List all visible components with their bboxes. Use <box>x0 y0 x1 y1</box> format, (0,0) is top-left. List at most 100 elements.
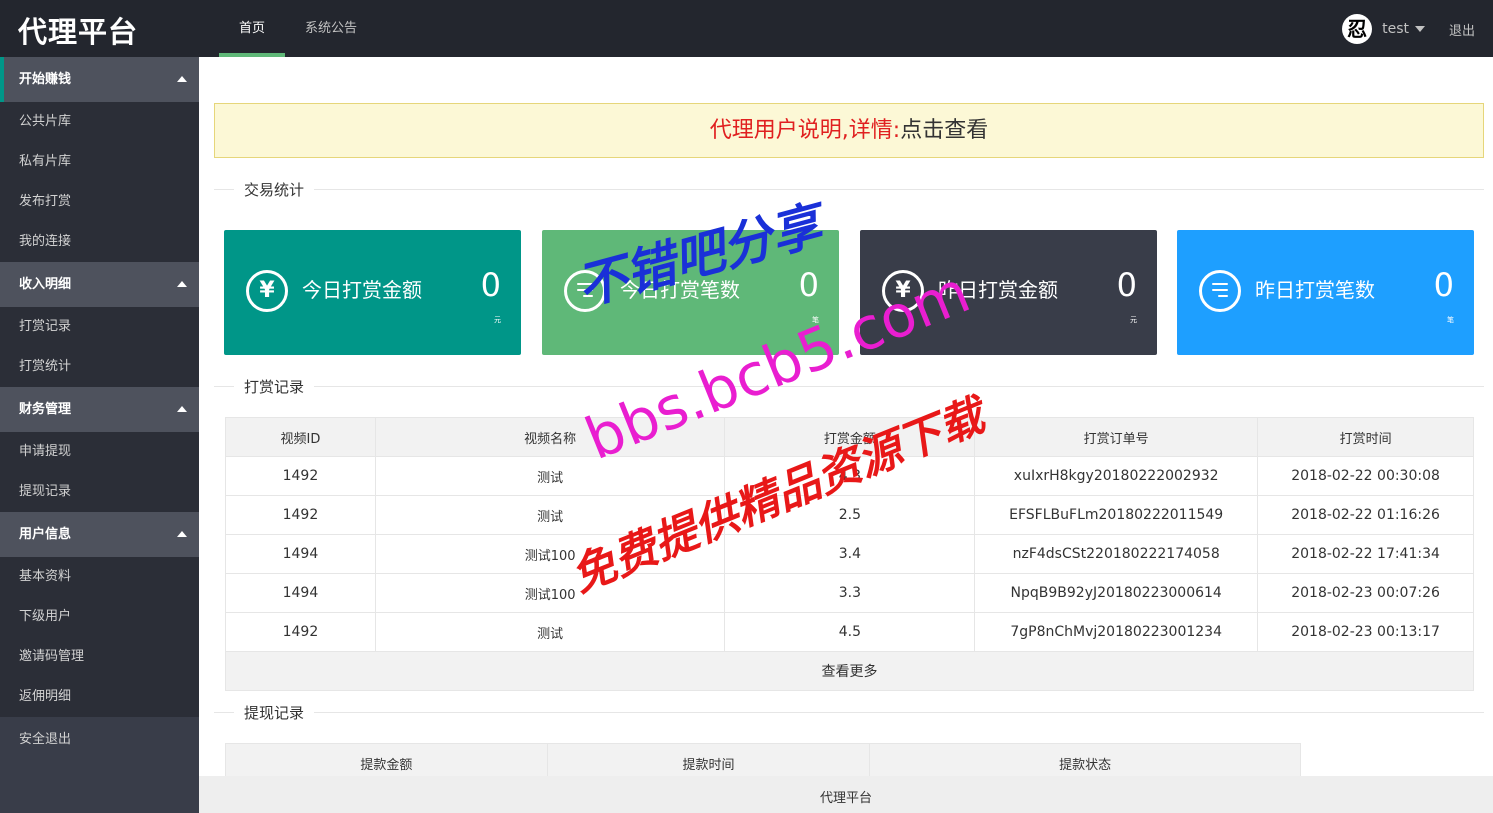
section-title-stats: 交易统计 <box>214 179 1484 200</box>
nav-group-income[interactable]: 收入明细 <box>0 262 199 307</box>
table-row: 1494 测试100 3.3 NpqB9B92yJ20180223000614 … <box>225 573 1474 613</box>
nav-sub-list: 打赏记录 打赏统计 <box>0 307 199 387</box>
section-label: 打赏记录 <box>234 376 315 397</box>
table-row: 1492 测试 4.5 7gP8nChMvj20180223001234 201… <box>225 612 1474 652</box>
table-row: 1494 测试100 3.4 nzF4dsCSt220180222174058 … <box>225 534 1474 574</box>
stat-card-yesterday-count: 昨日打赏笔数 0 笔 <box>1177 230 1474 355</box>
column-header: 打赏金额 <box>724 417 976 457</box>
cell-amount: 3.4 <box>724 534 976 574</box>
nav-group-label: 用户信息 <box>19 527 72 542</box>
stat-value: 0 <box>1116 266 1137 304</box>
section-title-withdrawals: 提现记录 <box>214 702 1484 723</box>
cell-amount: 2.5 <box>724 495 976 535</box>
nav-group-label: 收入明细 <box>19 277 72 292</box>
notice-link[interactable]: 点击查看 <box>900 118 988 143</box>
cell-time: 2018-02-22 01:16:26 <box>1257 495 1474 535</box>
nav-sub-list: 基本资料 下级用户 邀请码管理 返佣明细 <box>0 557 199 717</box>
list-icon <box>1199 270 1241 312</box>
cell-order-no: EFSFLBuFLm20180222011549 <box>974 495 1259 535</box>
caret-down-icon <box>1415 26 1425 32</box>
column-header: 视频名称 <box>374 417 726 457</box>
stat-card-today-amount: ¥ 今日打赏金额 0 元 <box>224 230 521 355</box>
cell-video-id: 1492 <box>225 495 376 535</box>
nav-group-label: 开始赚钱 <box>19 72 72 87</box>
sidebar-item-subordinates[interactable]: 下级用户 <box>0 597 199 637</box>
username: test <box>1382 21 1409 37</box>
main-content: 代理用户说明,详情:点击查看 交易统计 ¥ 今日打赏金额 0 元 今日打赏笔数 … <box>199 57 1493 776</box>
section-label: 提现记录 <box>234 702 315 723</box>
stat-label: 今日打赏笔数 <box>620 278 740 302</box>
cell-time: 2018-02-22 17:41:34 <box>1257 534 1474 574</box>
column-header: 提款状态 <box>869 743 1301 776</box>
sidebar-item-withdraw-records[interactable]: 提现记录 <box>0 472 199 512</box>
cell-video-id: 1494 <box>225 573 376 613</box>
chevron-up-icon <box>177 281 187 287</box>
stat-value: 0 <box>480 266 501 304</box>
nav-group-user-info[interactable]: 用户信息 <box>0 512 199 557</box>
cell-video-name: 测试 <box>374 612 726 652</box>
table-row: 查看更多 <box>225 651 1474 691</box>
withdraw-records-table: 提款金额 提款时间 提款状态 <box>225 743 1301 776</box>
view-more-button[interactable]: 查看更多 <box>225 651 1474 691</box>
sidebar-item-my-links[interactable]: 我的连接 <box>0 222 199 262</box>
column-header: 提款金额 <box>225 743 548 776</box>
nav-group-start-earning[interactable]: 开始赚钱 <box>0 57 199 102</box>
column-header: 视频ID <box>225 417 376 457</box>
nav-sub-list: 公共片库 私有片库 发布打赏 我的连接 <box>0 102 199 262</box>
table-header-row: 视频ID 视频名称 打赏金额 打赏订单号 打赏时间 <box>225 417 1474 457</box>
table-row: 1492 测试 2.5 EFSFLBuFLm20180222011549 201… <box>225 495 1474 535</box>
cell-video-id: 1492 <box>225 456 376 496</box>
sidebar-item-reward-records[interactable]: 打赏记录 <box>0 307 199 347</box>
avatar: 忍 <box>1342 14 1373 44</box>
chevron-up-icon <box>177 406 187 412</box>
cell-video-id: 1492 <box>225 612 376 652</box>
cell-amount: 3.3 <box>724 573 976 613</box>
stat-card-today-count: 今日打赏笔数 0 笔 <box>542 230 839 355</box>
cell-time: 2018-02-23 00:07:26 <box>1257 573 1474 613</box>
nav-sub-list: 申请提现 提现记录 <box>0 432 199 512</box>
sidebar-item-reward-stats[interactable]: 打赏统计 <box>0 347 199 387</box>
cell-video-id: 1494 <box>225 534 376 574</box>
sidebar-item-commission[interactable]: 返佣明细 <box>0 677 199 717</box>
nav-group-finance[interactable]: 财务管理 <box>0 387 199 432</box>
table-header-row: 提款金额 提款时间 提款状态 <box>225 743 1301 776</box>
user-menu[interactable]: 忍 test <box>1342 14 1425 44</box>
sidebar-item-invite-codes[interactable]: 邀请码管理 <box>0 637 199 677</box>
section-title-records: 打赏记录 <box>214 376 1484 397</box>
cell-amount: 4.3 <box>724 456 976 496</box>
logout-link[interactable]: 退出 <box>1449 20 1475 39</box>
top-header: 代理平台 首页 系统公告 忍 test 退出 <box>0 0 1493 57</box>
notice-banner[interactable]: 代理用户说明,详情:点击查看 <box>214 103 1484 158</box>
cell-order-no: nzF4dsCSt220180222174058 <box>974 534 1259 574</box>
sidebar-item-publish-reward[interactable]: 发布打赏 <box>0 182 199 222</box>
cell-order-no: NpqB9B92yJ20180223000614 <box>974 573 1259 613</box>
top-nav: 首页 系统公告 <box>219 0 377 57</box>
cell-video-name: 测试 <box>374 495 726 535</box>
stat-unit: 笔 <box>1447 316 1454 324</box>
sidebar-item-safe-exit[interactable]: 安全退出 <box>0 717 199 762</box>
column-header: 打赏订单号 <box>974 417 1259 457</box>
cell-video-name: 测试100 <box>374 534 726 574</box>
stat-value: 0 <box>798 266 819 304</box>
nav-group-label: 财务管理 <box>19 402 72 417</box>
stat-label: 昨日打赏笔数 <box>1255 278 1375 302</box>
sidebar-item-private-library[interactable]: 私有片库 <box>0 142 199 182</box>
table-row: 1492 测试 4.3 xuIxrH8kgy20180222002932 201… <box>225 456 1474 496</box>
topnav-home[interactable]: 首页 <box>219 0 286 57</box>
column-header: 打赏时间 <box>1257 417 1474 457</box>
stat-label: 昨日打赏金额 <box>938 278 1058 302</box>
stat-value: 0 <box>1433 266 1454 304</box>
app-logo[interactable]: 代理平台 <box>18 9 138 51</box>
sidebar-item-public-library[interactable]: 公共片库 <box>0 102 199 142</box>
sidebar-item-profile[interactable]: 基本资料 <box>0 557 199 597</box>
column-header: 提款时间 <box>546 743 871 776</box>
list-icon <box>564 270 606 312</box>
cell-order-no: 7gP8nChMvj20180223001234 <box>974 612 1259 652</box>
cell-video-name: 测试100 <box>374 573 726 613</box>
topnav-announcements[interactable]: 系统公告 <box>285 0 377 57</box>
notice-text: 代理用户说明,详情: <box>709 118 901 143</box>
cell-amount: 4.5 <box>724 612 976 652</box>
sidebar-item-apply-withdraw[interactable]: 申请提现 <box>0 432 199 472</box>
stat-unit: 元 <box>494 316 501 324</box>
footer: 代理平台 <box>199 776 1493 813</box>
